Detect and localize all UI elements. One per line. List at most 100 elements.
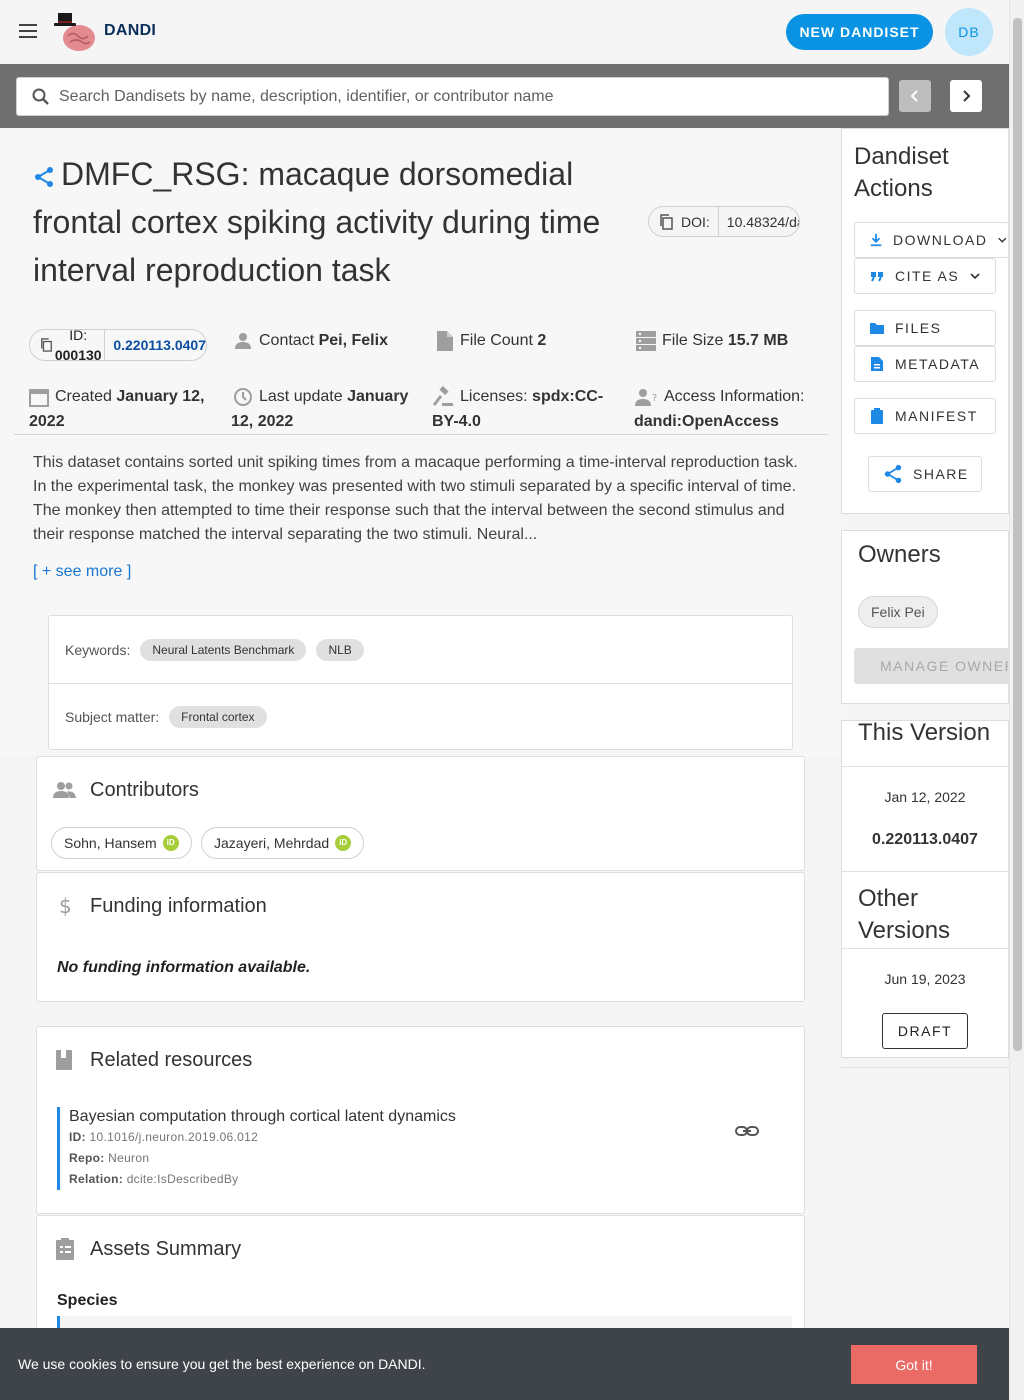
clipboard-icon <box>871 408 883 424</box>
assets-summary-title: Assets Summary <box>90 1237 242 1260</box>
accept-cookies-button[interactable]: Got it! <box>851 1345 977 1384</box>
download-label: DOWNLOAD <box>893 232 988 248</box>
copy-icon[interactable] <box>40 337 52 353</box>
next-page-button[interactable] <box>950 80 982 112</box>
manifest-button[interactable]: MANIFEST <box>854 398 996 434</box>
download-button[interactable]: DOWNLOAD <box>854 222 1009 258</box>
search-box[interactable] <box>16 77 889 116</box>
share-button[interactable]: SHARE <box>868 456 982 492</box>
share-icon <box>884 464 902 484</box>
divider <box>842 766 1008 767</box>
document-icon <box>871 357 883 371</box>
file-size-label: File Size <box>662 332 724 349</box>
access-info: ? Access Information: dandi:OpenAccess <box>634 384 824 434</box>
dandi-logo[interactable] <box>52 10 98 54</box>
gavel-icon <box>432 385 453 406</box>
this-version-id[interactable]: 0.220113.0407 <box>842 831 1008 849</box>
previous-page-button[interactable] <box>899 80 931 112</box>
meta-divider <box>14 434 828 435</box>
other-version-date: Jun 19, 2023 <box>884 971 966 987</box>
keyword-chip[interactable]: Neural Latents Benchmark <box>140 638 307 661</box>
files-button[interactable]: FILES <box>854 310 996 346</box>
book-icon <box>56 1050 72 1070</box>
related-resources-card: Related resources Bayesian computation t… <box>36 1026 805 1214</box>
dandiset-actions-title: Dandiset Actions <box>854 143 949 202</box>
updated-label: Last update <box>259 388 343 405</box>
contributor-chip[interactable]: Sohn, Hansem iD <box>51 827 192 859</box>
hamburger-menu-icon[interactable] <box>16 20 40 44</box>
resource-relation-line: Relation: dcite:IsDescribedBy <box>69 1169 757 1190</box>
subject-chip[interactable]: Frontal cortex <box>169 706 267 728</box>
resource-repo-line: Repo: Neuron <box>69 1148 757 1169</box>
manage-owners-label: MANAGE OWNERS <box>880 658 1008 674</box>
file-size-info: File Size 15.7 MB <box>636 328 788 353</box>
related-resources-header: Related resources <box>53 1048 252 1072</box>
dollar-icon: $ <box>59 894 72 918</box>
new-dandiset-button[interactable]: NEW DANDISET <box>786 14 933 50</box>
doi-chip[interactable]: DOI: 10.48324/dandi.000130/0.220113.0407 <box>648 206 800 237</box>
people-icon <box>53 782 76 798</box>
brand-name[interactable]: DANDI <box>104 22 156 40</box>
contact-value[interactable]: Pei, Felix <box>319 332 388 349</box>
files-label: FILES <box>895 320 942 336</box>
cite-as-button[interactable]: CITE AS <box>854 258 996 294</box>
funding-card: $ Funding information No funding informa… <box>36 872 805 1002</box>
link-icon[interactable] <box>735 1119 759 1143</box>
manifest-label: MANIFEST <box>895 408 978 424</box>
copy-icon[interactable] <box>659 213 673 230</box>
orcid-icon[interactable]: iD <box>162 835 179 851</box>
divider <box>842 871 1008 872</box>
cite-as-label: CITE AS <box>895 268 960 284</box>
file-count-info: File Count 2 <box>436 328 546 353</box>
person-icon <box>235 332 251 349</box>
contributor-name: Jazayeri, Mehrdad <box>214 835 330 851</box>
contributor-chip[interactable]: Jazayeri, Mehrdad iD <box>201 827 365 859</box>
resource-repo-label: Repo: <box>69 1151 105 1165</box>
clipboard-list-icon <box>56 1238 74 1260</box>
manage-owners-button[interactable]: MANAGE OWNERS <box>854 648 1008 684</box>
funding-empty-text: No funding information available. <box>57 959 311 976</box>
sidebar-divider <box>841 1067 1009 1068</box>
funding-title: Funding information <box>90 894 267 917</box>
chevron-down-icon <box>970 273 980 280</box>
share-icon[interactable] <box>33 166 55 188</box>
user-avatar[interactable]: DB <box>945 8 993 56</box>
keyword-chip[interactable]: NLB <box>316 638 364 661</box>
version-link[interactable]: 0.220113.0407 <box>105 337 206 353</box>
metadata-button[interactable]: METADATA <box>854 346 996 382</box>
keywords-row: Keywords: Neural Latents Benchmark NLB <box>49 616 792 683</box>
resource-repo-value: Neuron <box>108 1151 150 1165</box>
chevron-right-icon <box>963 90 971 102</box>
doi-label-area[interactable]: DOI: <box>649 207 719 236</box>
cookie-message: We use cookies to ensure you get the bes… <box>18 1356 426 1372</box>
file-count-value: 2 <box>537 332 547 349</box>
search-input[interactable] <box>59 87 859 106</box>
draft-version-button[interactable]: DRAFT <box>882 1013 968 1049</box>
subject-matter-row: Subject matter: Frontal cortex <box>49 683 792 750</box>
license-label: Licenses: <box>460 388 528 405</box>
resource-item: Bayesian computation through cortical la… <box>57 1107 757 1190</box>
resource-relation-value: dcite:IsDescribedBy <box>126 1172 239 1186</box>
person-question-icon: ? <box>635 388 657 406</box>
dandiset-description: This dataset contains sorted unit spikin… <box>33 454 798 543</box>
owner-chip[interactable]: Felix Pei <box>858 596 938 628</box>
cookie-banner: We use cookies to ensure you get the bes… <box>0 1328 1009 1400</box>
vertical-scrollbar[interactable] <box>1009 0 1024 1400</box>
storage-icon <box>636 330 656 351</box>
chevron-left-icon <box>910 90 918 102</box>
created-info: Created January 12, 2022 <box>29 384 214 434</box>
app-bar: DANDI NEW DANDISET DB <box>0 0 1009 64</box>
see-more-link[interactable]: [ + see more ] <box>33 563 131 581</box>
resource-id-label: ID: <box>69 1130 86 1144</box>
doi-value: 10.48324/dandi.000130/0.220113.0407 <box>726 213 799 230</box>
contact-info: Contact Pei, Felix <box>233 328 388 353</box>
species-label: Species <box>57 1292 118 1309</box>
orcid-icon[interactable]: iD <box>335 835 352 851</box>
scrollbar-thumb[interactable] <box>1013 18 1022 1051</box>
doi-label: DOI: <box>681 213 710 230</box>
updated-info: Last update January 12, 2022 <box>231 384 416 434</box>
identifier-chip[interactable]: ID: 000130 0.220113.0407 <box>29 329 207 361</box>
resource-id-value: 10.1016/j.neuron.2019.06.012 <box>89 1130 259 1144</box>
calendar-icon <box>29 388 49 407</box>
search-bar <box>0 64 1009 128</box>
